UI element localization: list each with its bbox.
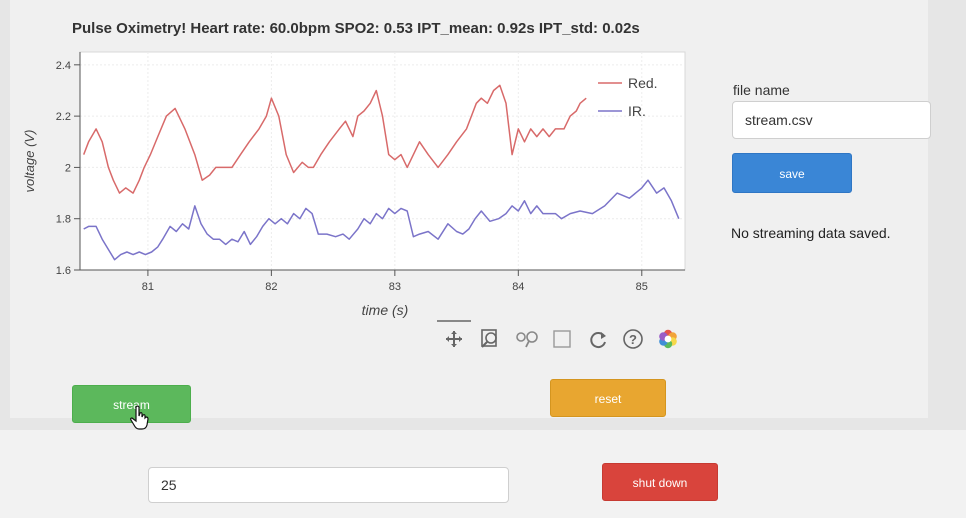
x-tick-label: 85 bbox=[636, 281, 648, 293]
save-button[interactable]: save bbox=[732, 153, 852, 193]
x-tick-label: 83 bbox=[389, 281, 401, 293]
y-tick-label: 2.2 bbox=[56, 111, 71, 123]
x-tick-label: 82 bbox=[265, 281, 277, 293]
x-tick-label: 81 bbox=[142, 281, 154, 293]
y-axis-label: voltage (V) bbox=[22, 130, 37, 193]
plot-area[interactable] bbox=[79, 51, 686, 271]
y-tick-label: 1.8 bbox=[56, 214, 71, 226]
box-zoom-icon[interactable] bbox=[481, 329, 497, 348]
legend-label-red: Red. bbox=[628, 75, 658, 91]
wheel-zoom-icon[interactable] bbox=[516, 331, 538, 348]
bokeh-logo-icon[interactable] bbox=[659, 329, 677, 349]
y-tick-label: 1.6 bbox=[56, 265, 71, 277]
x-tick-label: 84 bbox=[512, 281, 524, 293]
y-tick-label: 2.4 bbox=[56, 60, 71, 72]
x-axis-label: time (s) bbox=[362, 302, 409, 318]
file-name-input[interactable] bbox=[732, 101, 931, 139]
legend-label-ir: IR. bbox=[628, 103, 646, 119]
save-tool-icon[interactable] bbox=[553, 330, 571, 348]
reset-button[interactable]: reset bbox=[550, 379, 666, 417]
pan-tool-icon[interactable] bbox=[437, 320, 471, 347]
save-status-text: No streaming data saved. bbox=[731, 225, 891, 241]
help-icon[interactable]: ? bbox=[623, 329, 643, 349]
file-name-label: file name bbox=[733, 82, 790, 98]
reset-tool-icon[interactable] bbox=[590, 332, 606, 349]
count-input[interactable] bbox=[148, 467, 509, 503]
chart-toolbar: ? bbox=[437, 320, 677, 349]
svg-text:?: ? bbox=[629, 332, 637, 347]
hand-cursor-icon bbox=[130, 405, 149, 430]
shut-down-button[interactable]: shut down bbox=[602, 463, 718, 501]
y-tick-label: 2 bbox=[65, 162, 71, 174]
